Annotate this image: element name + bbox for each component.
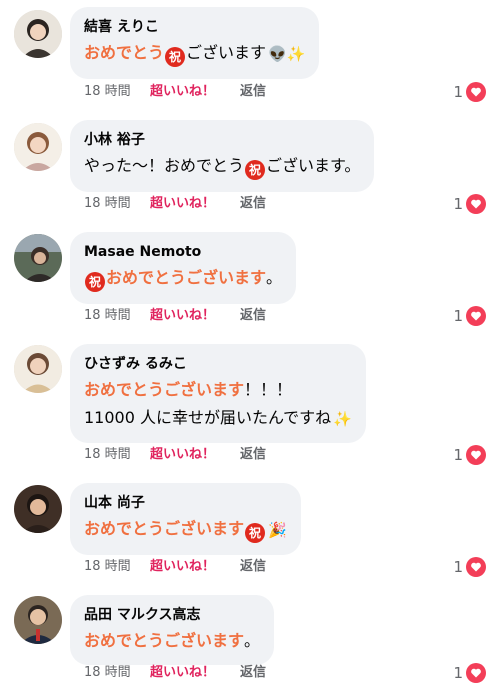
reaction-count: 1 (453, 664, 463, 682)
comment-author[interactable]: 小林 裕子 (84, 130, 360, 150)
comment-time[interactable]: 18 時間 (84, 305, 150, 327)
comment-highlight-text: おめでとうございます (84, 519, 245, 538)
party-popper-emoji-icon: 🎉 (268, 521, 287, 539)
iwai-badge-icon: 祝 (245, 160, 266, 180)
reply-button[interactable]: 返信 (240, 662, 266, 684)
avatar[interactable] (14, 234, 62, 282)
comment-highlight-text: おめでとうございます (84, 631, 245, 650)
avatar[interactable] (14, 345, 62, 393)
super-like-button[interactable]: 超いいね！ (150, 444, 240, 466)
avatar[interactable] (14, 596, 62, 644)
heart-reaction-icon (466, 194, 486, 214)
comment-author[interactable]: 結喜 えりこ (84, 17, 305, 37)
comment-time[interactable]: 18 時間 (84, 81, 150, 103)
comment-time[interactable]: 18 時間 (84, 193, 150, 215)
reply-button[interactable]: 返信 (240, 193, 266, 215)
super-like-button[interactable]: 超いいね！ (150, 193, 240, 215)
comment-bubble: 品田 マルクス高志 おめでとうございます。 (70, 595, 275, 665)
comment-text: ！！！ (244, 380, 293, 399)
comment-highlight-text: おめでとうございます (84, 380, 245, 399)
iwai-badge-icon: 祝 (85, 272, 105, 292)
comment-meta: 18 時間 超いいね！ 返信 (84, 81, 266, 103)
reaction-count: 1 (453, 83, 463, 101)
reaction-count: 1 (453, 195, 463, 213)
super-like-button[interactable]: 超いいね！ (150, 556, 240, 578)
reply-button[interactable]: 返信 (240, 81, 266, 103)
avatar[interactable] (14, 123, 62, 171)
comment-line: おめでとうございます。 (84, 629, 260, 653)
comment-author[interactable]: ひさずみ るみこ (84, 354, 352, 374)
avatar[interactable] (14, 10, 62, 58)
comment-text: 。 (266, 268, 283, 287)
comment-time[interactable]: 18 時間 (84, 444, 150, 466)
reaction-summary[interactable]: 1 (453, 556, 486, 578)
reply-button[interactable]: 返信 (240, 305, 266, 327)
comment-meta: 18 時間 超いいね！ 返信 (84, 444, 266, 466)
comment-highlight-text: おめでとう (84, 43, 165, 62)
comment-line: おめでとうございます！！！ (84, 378, 352, 402)
heart-reaction-icon (466, 557, 486, 577)
heart-reaction-icon (466, 445, 486, 465)
comment-bubble: ひさずみ るみこ おめでとうございます！！！ 11000 人に幸せが届いたんです… (70, 344, 366, 443)
comment-bubble: 小林 裕子 やった〜！おめでとう祝ございます。 (70, 120, 375, 192)
comment-line: おめでとう祝ございます 👽✨ (84, 41, 305, 67)
super-like-button[interactable]: 超いいね！ (150, 305, 240, 327)
alien-sparkles-emoji-icon: 👽✨ (268, 45, 306, 63)
comment-text: やった〜！おめでとう (84, 156, 245, 175)
reply-button[interactable]: 返信 (240, 444, 266, 466)
comment-text: 。 (244, 631, 261, 650)
iwai-badge-icon: 祝 (165, 47, 186, 67)
reply-button[interactable]: 返信 (240, 556, 266, 578)
super-like-button[interactable]: 超いいね！ (150, 81, 240, 103)
reaction-summary[interactable]: 1 (453, 81, 486, 103)
comment-bubble: Masae Nemoto 祝おめでとうございます。 (70, 232, 297, 304)
reaction-summary[interactable]: 1 (453, 305, 486, 327)
comment-meta: 18 時間 超いいね！ 返信 (84, 556, 266, 578)
comment-author[interactable]: 品田 マルクス高志 (84, 605, 260, 625)
comment-text: ございます (186, 43, 267, 62)
comment-time[interactable]: 18 時間 (84, 662, 150, 684)
comment-author[interactable]: Masae Nemoto (84, 242, 282, 262)
reaction-count: 1 (453, 558, 463, 576)
comment-line: 祝おめでとうございます。 (84, 266, 282, 292)
comment-text: ございます。 (266, 156, 361, 175)
comment-line: 11000 人に幸せが届いたんですね ✨ (84, 406, 352, 431)
comment-meta: 18 時間 超いいね！ 返信 (84, 662, 266, 684)
reaction-summary[interactable]: 1 (453, 193, 486, 215)
sparkles-emoji-icon: ✨ (333, 410, 352, 428)
comment-line: やった〜！おめでとう祝ございます。 (84, 154, 360, 180)
comment-bubble: 結喜 えりこ おめでとう祝ございます 👽✨ (70, 7, 320, 79)
heart-reaction-icon (466, 663, 486, 683)
comment-highlight-text: おめでとうございます (106, 268, 267, 287)
reaction-summary[interactable]: 1 (453, 444, 486, 466)
comment-bubble: 山本 尚子 おめでとうございます祝 🎉 (70, 483, 301, 555)
heart-reaction-icon (466, 82, 486, 102)
comment-meta: 18 時間 超いいね！ 返信 (84, 305, 266, 327)
comment-line: おめでとうございます祝 🎉 (84, 517, 287, 543)
comment-time[interactable]: 18 時間 (84, 556, 150, 578)
reaction-count: 1 (453, 446, 463, 464)
comment-author[interactable]: 山本 尚子 (84, 493, 287, 513)
comment-text: 11000 人に幸せが届いたんですね (84, 408, 332, 427)
reaction-count: 1 (453, 307, 463, 325)
super-like-button[interactable]: 超いいね！ (150, 662, 240, 684)
heart-reaction-icon (466, 306, 486, 326)
reaction-summary[interactable]: 1 (453, 662, 486, 684)
avatar[interactable] (14, 485, 62, 533)
comment-meta: 18 時間 超いいね！ 返信 (84, 193, 266, 215)
iwai-badge-icon: 祝 (245, 523, 266, 543)
